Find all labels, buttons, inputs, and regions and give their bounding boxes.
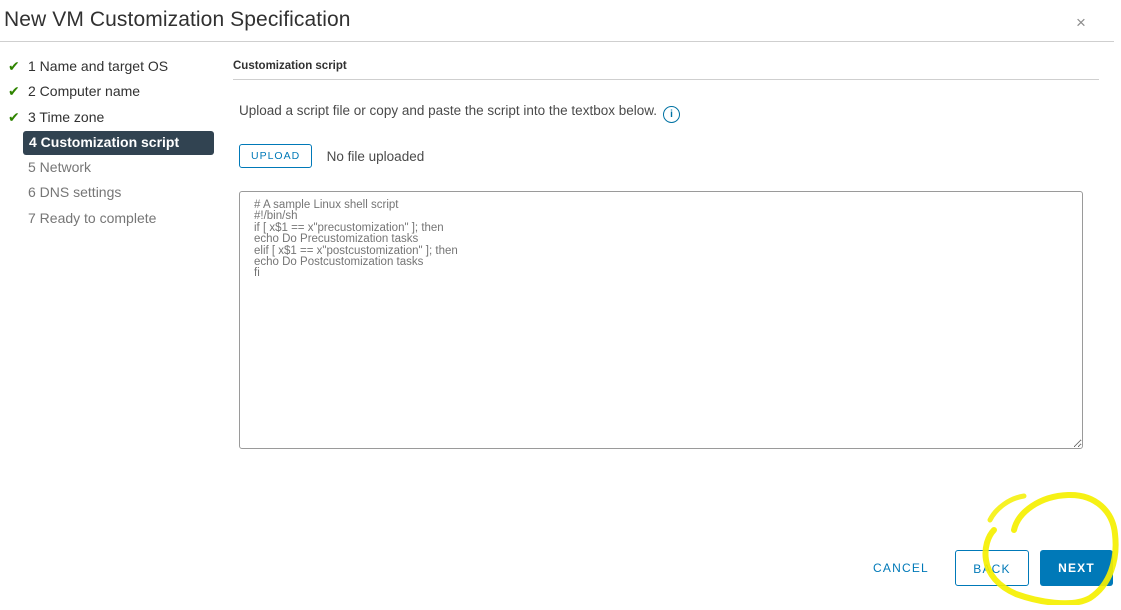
next-button[interactable]: NEXT bbox=[1040, 550, 1113, 586]
step-customization-script[interactable]: 4 Customization script bbox=[23, 130, 214, 155]
description-label: Upload a script file or copy and paste t… bbox=[239, 103, 657, 118]
step-label: 1 Name and target OS bbox=[28, 58, 169, 74]
checkmark-icon: ✔ bbox=[8, 108, 20, 125]
step-label: 3 Time zone bbox=[28, 108, 105, 125]
script-textarea[interactable] bbox=[239, 191, 1083, 449]
section-title: Customization script bbox=[233, 60, 347, 72]
step-name-and-target-os[interactable]: ✔ 1 Name and target OS bbox=[8, 55, 218, 80]
step-label: 6 DNS settings bbox=[28, 184, 122, 201]
step-label: 5 Network bbox=[28, 159, 92, 176]
step-ready-to-complete: 7 Ready to complete bbox=[8, 207, 218, 232]
title-divider bbox=[0, 41, 1114, 42]
checkmark-icon: ✔ bbox=[8, 58, 20, 74]
step-label: 2 Computer name bbox=[28, 83, 141, 100]
step-dns-settings: 6 DNS settings bbox=[8, 181, 218, 206]
dialog-title: New VM Customization Specification bbox=[4, 8, 351, 31]
step-computer-name[interactable]: ✔ 2 Computer name bbox=[8, 80, 218, 105]
step-network: 5 Network bbox=[8, 156, 218, 181]
info-icon[interactable]: i bbox=[663, 106, 680, 123]
description-text: Upload a script file or copy and paste t… bbox=[239, 103, 680, 123]
upload-row: UPLOAD No file uploaded bbox=[239, 144, 424, 168]
step-time-zone[interactable]: ✔ 3 Time zone bbox=[8, 106, 218, 131]
highlight-circle-annotation bbox=[982, 491, 1119, 605]
wizard-steps: ✔ 1 Name and target OS ✔ 2 Computer name… bbox=[8, 55, 218, 232]
step-label: 7 Ready to complete bbox=[28, 209, 157, 226]
close-icon[interactable]: × bbox=[1076, 14, 1086, 31]
back-button[interactable]: BACK bbox=[955, 550, 1029, 586]
customization-spec-dialog: New VM Customization Specification × ✔ 1… bbox=[0, 0, 1121, 610]
upload-button[interactable]: UPLOAD bbox=[239, 144, 313, 168]
step-content: Customization script Upload a script fil… bbox=[233, 55, 1099, 449]
checkmark-icon: ✔ bbox=[8, 83, 20, 100]
step-label: 4 Customization script bbox=[29, 133, 180, 150]
cancel-button[interactable]: CANCEL bbox=[862, 550, 940, 586]
section-divider bbox=[233, 79, 1099, 80]
upload-status: No file uploaded bbox=[326, 148, 425, 164]
